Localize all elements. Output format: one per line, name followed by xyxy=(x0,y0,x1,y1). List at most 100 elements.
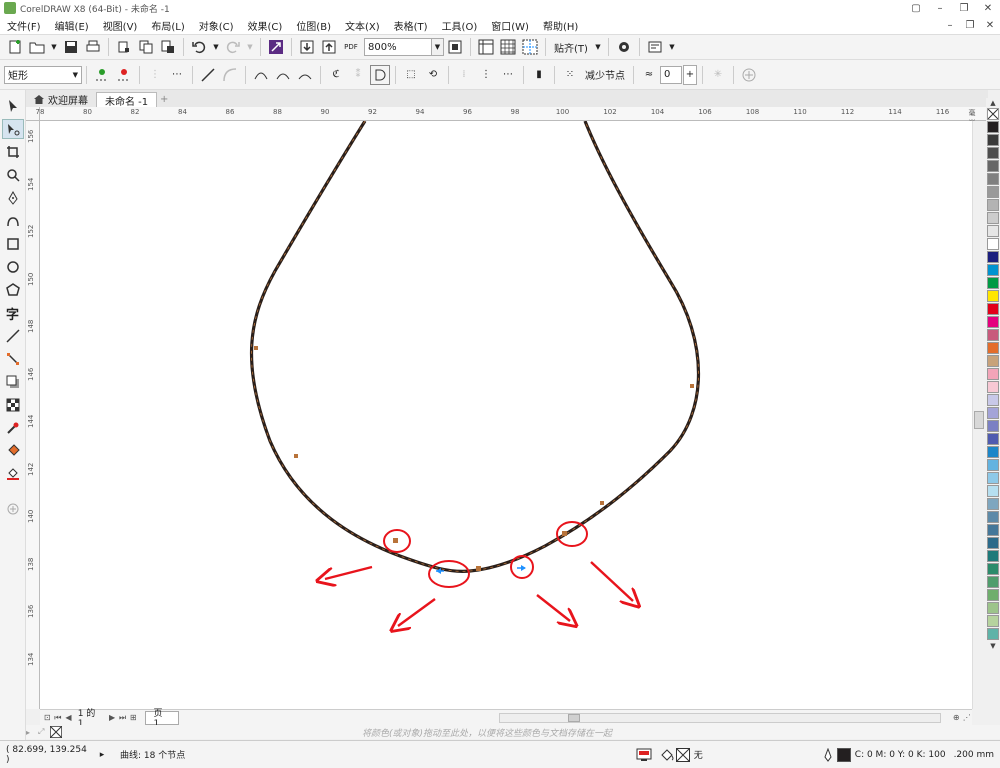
fill-bucket-icon[interactable] xyxy=(660,748,676,762)
previous-page-button[interactable]: ◀ xyxy=(63,712,74,724)
color-swatch[interactable] xyxy=(987,186,999,198)
snap-to-dropdown[interactable]: 贴齐(T) xyxy=(550,40,592,55)
color-swatch[interactable] xyxy=(987,342,999,354)
outline-pen-icon[interactable] xyxy=(823,747,833,762)
cut-button[interactable] xyxy=(114,37,134,57)
minimize-button[interactable]: – xyxy=(928,0,952,16)
select-all-nodes-button[interactable]: ⁙ xyxy=(560,65,580,85)
menu-tools[interactable]: 工具(O) xyxy=(435,18,485,33)
curve-node[interactable] xyxy=(254,346,258,350)
smart-fill-tool[interactable] xyxy=(2,464,24,484)
add-node-button[interactable] xyxy=(92,65,112,85)
no-color-icon[interactable] xyxy=(50,726,62,738)
snap-dropdown-arrow[interactable]: ▼ xyxy=(593,37,603,57)
resize-grip-icon[interactable]: ⋰ xyxy=(961,712,972,724)
zoom-tool[interactable] xyxy=(2,165,24,185)
document-palette-menu-button[interactable]: ▸ xyxy=(26,728,38,737)
color-swatch[interactable] xyxy=(987,537,999,549)
color-swatch[interactable] xyxy=(987,147,999,159)
tab-welcome-screen[interactable]: 欢迎屏幕 xyxy=(26,92,96,107)
polygon-tool[interactable] xyxy=(2,280,24,300)
import-button[interactable] xyxy=(297,37,317,57)
copy-button[interactable] xyxy=(136,37,156,57)
color-swatch[interactable] xyxy=(987,290,999,302)
publish-pdf-button[interactable]: PDF xyxy=(341,37,361,57)
menu-bitmaps[interactable]: 位图(B) xyxy=(289,18,338,33)
color-swatch[interactable] xyxy=(987,407,999,419)
color-proof-icon[interactable] xyxy=(636,748,652,762)
horizontal-ruler[interactable]: 78 80 82 84 86 88 90 92 94 96 98 100 102 104 106 108 110… xyxy=(36,107,988,127)
zoom-page-button[interactable]: ⊕ xyxy=(951,712,962,724)
palette-scroll-up-button[interactable]: ▲ xyxy=(986,98,1000,108)
color-swatch[interactable] xyxy=(987,472,999,484)
text-tool[interactable]: 字 xyxy=(2,303,24,323)
color-swatch[interactable] xyxy=(987,589,999,601)
undo-dropdown[interactable]: ▼ xyxy=(211,37,221,57)
curve-node[interactable] xyxy=(393,538,398,543)
doc-minimize-button[interactable]: – xyxy=(940,16,960,34)
convert-to-line-button[interactable] xyxy=(198,65,218,85)
color-swatch[interactable] xyxy=(987,212,999,224)
vertical-reflect-button[interactable]: ⋯ xyxy=(498,65,518,85)
full-screen-button[interactable] xyxy=(445,37,465,57)
status-arrow-icon[interactable]: ▸ xyxy=(92,750,112,760)
color-swatch[interactable] xyxy=(987,251,999,263)
horizontal-scrollbar[interactable] xyxy=(499,712,941,723)
menu-table[interactable]: 表格(T) xyxy=(387,18,435,33)
outline-color-swatch[interactable] xyxy=(836,747,851,762)
drawing-canvas[interactable] xyxy=(40,121,972,709)
selection-mode-select[interactable]: 矩形 ▼ xyxy=(4,65,82,84)
selected-curve[interactable] xyxy=(249,121,700,573)
smoothness-slider-button[interactable]: + xyxy=(683,64,697,85)
menu-object[interactable]: 对象(C) xyxy=(192,18,241,33)
eyedropper-small-icon[interactable]: ⤢ xyxy=(38,727,50,737)
convert-to-curve-button[interactable] xyxy=(220,65,240,85)
no-fill-icon[interactable] xyxy=(675,747,690,762)
undo-button[interactable] xyxy=(189,37,209,57)
options-button[interactable] xyxy=(614,37,634,57)
color-swatch[interactable] xyxy=(987,550,999,562)
eyedropper-tool[interactable] xyxy=(2,418,24,438)
curve-node[interactable] xyxy=(294,454,298,458)
shape-tool[interactable] xyxy=(1,119,24,139)
color-swatch[interactable] xyxy=(987,277,999,289)
artistic-media-tool[interactable] xyxy=(2,211,24,231)
horizontal-scroll-thumb[interactable] xyxy=(568,713,581,722)
open-dropdown[interactable]: ▼ xyxy=(49,37,59,57)
zoom-level-input[interactable]: 800% xyxy=(364,38,432,56)
color-swatch[interactable] xyxy=(987,615,999,627)
color-swatch[interactable] xyxy=(987,576,999,588)
color-swatch[interactable] xyxy=(987,368,999,380)
rotate-nodes-button[interactable]: ⟲ xyxy=(423,65,443,85)
symmetrical-node-button[interactable] xyxy=(295,65,315,85)
extend-curve-button[interactable]: ⁑ xyxy=(348,65,368,85)
reduce-nodes-button[interactable]: 减少节点 xyxy=(581,67,629,82)
smooth-node-button[interactable] xyxy=(273,65,293,85)
next-page-button[interactable]: ▶ xyxy=(107,712,118,724)
node-options-button[interactable]: ✳ xyxy=(708,65,728,85)
color-swatch[interactable] xyxy=(987,173,999,185)
tab-document[interactable]: 未命名 -1 xyxy=(96,92,158,108)
save-button[interactable] xyxy=(61,37,81,57)
color-swatch[interactable] xyxy=(987,121,999,133)
crop-tool[interactable] xyxy=(2,142,24,162)
open-button[interactable] xyxy=(27,37,47,57)
new-document-button[interactable] xyxy=(5,37,25,57)
extract-subpath-button[interactable]: ⬚ xyxy=(401,65,421,85)
interactive-fill-tool[interactable] xyxy=(2,441,24,461)
menu-view[interactable]: 视图(V) xyxy=(96,18,145,33)
maximize-button[interactable]: ❐ xyxy=(952,0,976,16)
ellipse-tool[interactable] xyxy=(2,257,24,277)
vertical-ruler[interactable]: 156 154 152 150 148 146 144 142 140 138 136 134 xyxy=(26,121,40,709)
color-swatch[interactable] xyxy=(987,329,999,341)
menu-layout[interactable]: 布局(L) xyxy=(144,18,191,33)
vertical-scroll-thumb[interactable] xyxy=(974,411,984,429)
delete-node-button[interactable] xyxy=(114,65,134,85)
color-swatch[interactable] xyxy=(987,134,999,146)
vertical-scrollbar[interactable] xyxy=(972,121,984,709)
curve-node[interactable] xyxy=(476,566,481,571)
color-swatch[interactable] xyxy=(987,433,999,445)
color-swatch[interactable] xyxy=(987,524,999,536)
menu-text[interactable]: 文本(X) xyxy=(338,18,387,33)
color-swatch[interactable] xyxy=(987,355,999,367)
